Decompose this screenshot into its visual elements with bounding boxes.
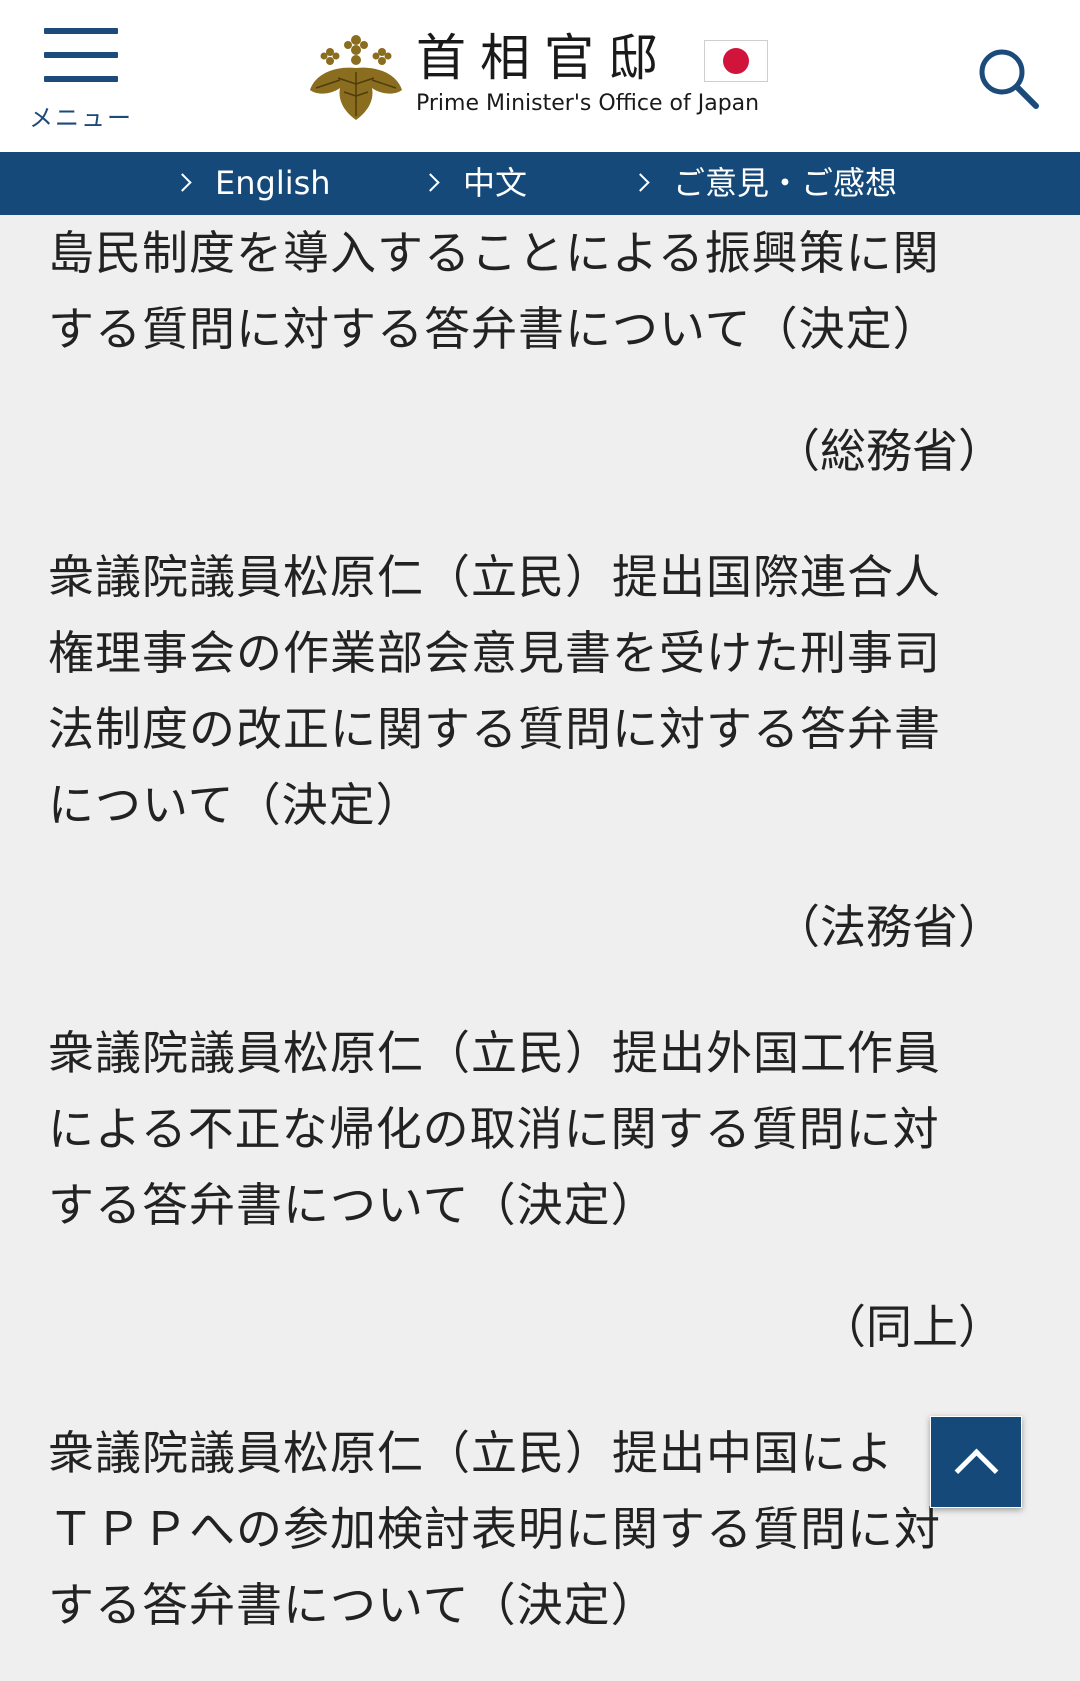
entry-title-line: する質問に対する答弁書について（決定） (48, 302, 940, 356)
chevron-right-icon (173, 172, 192, 192)
list-item: 衆議院議員松原仁（立民）提出国際連合人 権理事会の作業部会意見書を受けた刑事司 … (48, 539, 1004, 965)
nav-feedback[interactable]: ご意見・ご感想 (631, 152, 897, 215)
entry-ministry: （総務省） (774, 424, 1004, 478)
entry-title-line: 衆議院議員松原仁（立民）提出国際連合人 (48, 550, 941, 604)
site-header: メニュー 首相官邸 Prime Minister's Office of Jap… (0, 0, 1080, 152)
entry-ministry: （法務省） (774, 900, 1004, 954)
entry-title-line: 衆議院議員松原仁（立民）提出外国工作員 (48, 1026, 941, 1080)
logo-title-jp: 首相官邸 (416, 29, 672, 87)
search-icon (979, 49, 1039, 109)
list-item: 衆議院議員松原仁（立民）提出外国工作員 による不正な帰化の取消に関する質問に対 … (48, 1015, 1004, 1365)
entry-title-line: する答弁書について（決定） (48, 1578, 658, 1632)
entry-title-line: による不正な帰化の取消に関する質問に対 (48, 1102, 940, 1156)
chevron-up-icon (954, 1448, 999, 1493)
nav-english[interactable]: English (173, 152, 331, 215)
menu-button[interactable]: メニュー (28, 26, 134, 132)
entry-ministry: （同上） (820, 1300, 1004, 1354)
entry-title-line: 法制度の改正に関する質問に対する答弁書 (48, 702, 941, 756)
entry-title-line: 衆議院議員松原仁（立民）提出中国によ (48, 1426, 894, 1480)
entry-title-line: 島民制度を導入することによる振興策に関 (48, 226, 940, 280)
entry-title-line: する答弁書について（決定） (48, 1178, 658, 1232)
list-item: 島民制度を導入することによる振興策に関 する質問に対する答弁書について（決定） … (48, 215, 1004, 489)
chevron-right-icon (421, 172, 440, 192)
entry-title-line: ＴＰＰへの参加検討表明に関する質問に対 (48, 1502, 941, 1556)
site-logo[interactable]: 首相官邸 Prime Minister's Office of Japan (308, 28, 772, 124)
menu-label: メニュー (29, 104, 133, 132)
chevron-right-icon (631, 172, 650, 192)
language-nav: English 中文 ご意見・ご感想 (0, 152, 1080, 215)
logo-title-en: Prime Minister's Office of Japan (416, 91, 760, 116)
entry-title-line: 権理事会の作業部会意見書を受けた刑事司 (48, 626, 941, 680)
entry-title-line: について（決定） (48, 778, 423, 832)
search-button[interactable] (974, 44, 1044, 114)
cabinet-decision-list: 島民制度を導入することによる振興策に関 する質問に対する答弁書について（決定） … (48, 215, 1004, 1643)
hamburger-icon (44, 28, 118, 34)
back-to-top-button[interactable] (930, 1416, 1022, 1508)
paulownia-emblem-icon (310, 35, 402, 120)
list-item: 衆議院議員松原仁（立民）提出中国によ ＴＰＰへの参加検討表明に関する質問に対 す… (48, 1415, 1004, 1643)
japan-flag-icon (704, 40, 768, 82)
nav-chinese[interactable]: 中文 (421, 152, 527, 215)
